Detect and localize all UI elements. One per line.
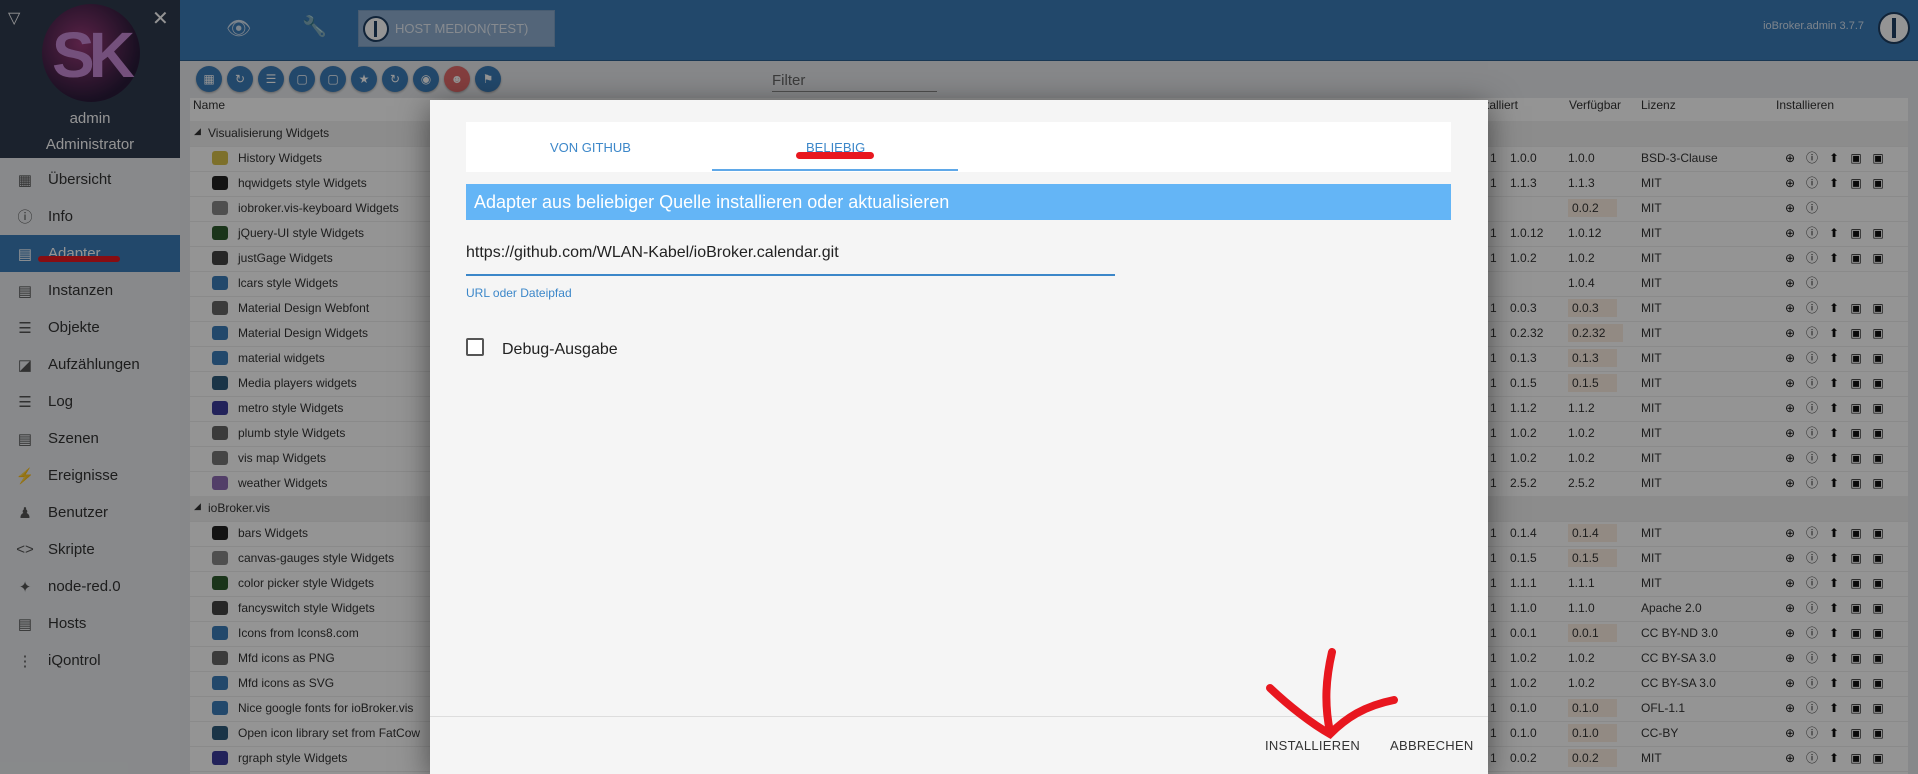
url-helper-label: URL oder Dateipfad (466, 286, 572, 300)
annotation-arrow (1266, 648, 1398, 739)
debug-checkbox[interactable] (466, 338, 484, 356)
tab-github[interactable]: VON GITHUB (550, 140, 631, 155)
dialog-tabs: VON GITHUB BELIEBIG (466, 122, 1451, 172)
dialog-title: Adapter aus beliebiger Quelle installier… (466, 184, 1451, 220)
annotation-underline (796, 152, 874, 159)
debug-label: Debug-Ausgabe (502, 341, 618, 358)
active-tab-indicator (712, 169, 958, 171)
install-dialog: VON GITHUB BELIEBIG Adapter aus beliebig… (430, 100, 1488, 774)
url-input[interactable]: https://github.com/WLAN-Kabel/ioBroker.c… (466, 242, 1115, 276)
